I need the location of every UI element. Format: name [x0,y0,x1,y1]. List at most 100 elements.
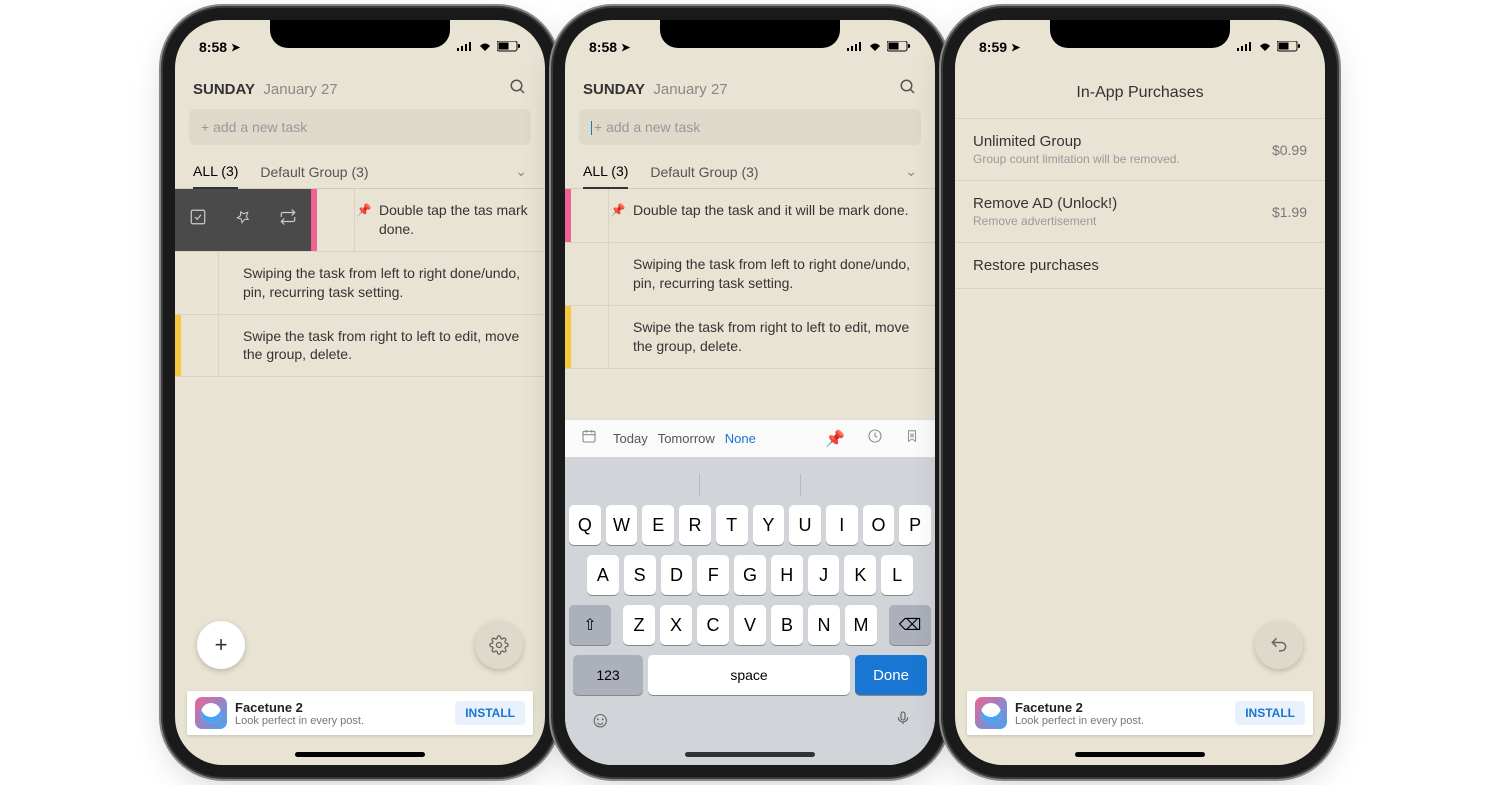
iap-item[interactable]: Unlimited Group Group count limitation w… [955,119,1325,181]
task-checkbox-col[interactable] [181,315,219,377]
key-s[interactable]: S [624,555,656,595]
tab-all[interactable]: ALL (3) [583,155,628,189]
ad-app-icon [195,697,227,729]
suggestion-bar [569,465,931,505]
key-b[interactable]: B [771,605,803,645]
day-label: SUNDAY [583,81,645,98]
settings-button[interactable] [475,621,523,669]
key-q[interactable]: Q [569,505,601,545]
task-text: Swipe the task from right to left to edi… [237,315,545,377]
key-e[interactable]: E [642,505,674,545]
iap-price: $1.99 [1272,204,1307,220]
task-checkbox-col[interactable] [181,252,219,314]
location-icon: ➤ [231,41,240,54]
shift-key[interactable]: ⇧ [569,605,611,645]
toolbar-today[interactable]: Today [613,431,648,446]
pin-icon[interactable]: 📌 [819,429,851,449]
repeat-icon[interactable] [273,202,303,237]
task-row[interactable]: 📌 Double tap the tas mark done. [175,189,545,252]
key-w[interactable]: W [606,505,638,545]
key-a[interactable]: A [587,555,619,595]
key-n[interactable]: N [808,605,840,645]
key-j[interactable]: J [808,555,840,595]
key-g[interactable]: G [734,555,766,595]
backspace-key[interactable]: ⌫ [889,605,931,645]
home-indicator[interactable] [685,752,815,757]
task-checkbox-col[interactable] [571,243,609,305]
search-icon[interactable] [509,78,527,101]
date-header: SUNDAY January 27 [565,64,935,109]
emoji-icon[interactable]: ☺ [589,707,611,735]
key-z[interactable]: Z [623,605,655,645]
task-row[interactable]: Swipe the task from right to left to edi… [175,315,545,378]
iap-item[interactable]: Remove AD (Unlock!) Remove advertisement… [955,181,1325,243]
keyboard-toolbar: Today Tomorrow None 📌 [565,419,935,457]
task-row[interactable]: Swiping the task from left to right done… [175,252,545,315]
key-u[interactable]: U [789,505,821,545]
ad-banner[interactable]: Facetune 2 Look perfect in every post. I… [187,691,533,735]
key-d[interactable]: D [661,555,693,595]
keyboard-footer: ☺ [569,703,931,759]
task-checkbox-col[interactable] [571,189,609,242]
battery-icon [887,39,911,55]
home-indicator[interactable] [1075,752,1205,757]
task-row[interactable]: Swipe the task from right to left to edi… [565,306,935,369]
search-icon[interactable] [899,78,917,101]
signal-icon [457,39,473,55]
add-button[interactable]: + [197,621,245,669]
ad-install-button[interactable]: INSTALL [455,701,525,725]
iap-price: $0.99 [1272,142,1307,158]
pinned-icon [219,252,237,314]
toolbar-tomorrow[interactable]: Tomorrow [658,431,715,446]
key-k[interactable]: K [844,555,876,595]
chevron-down-icon[interactable]: ⌄ [515,163,527,180]
key-h[interactable]: H [771,555,803,595]
tab-default-group[interactable]: Default Group (3) [260,156,368,188]
tab-all[interactable]: ALL (3) [193,155,238,189]
restore-label: Restore purchases [973,257,1099,274]
home-indicator[interactable] [295,752,425,757]
task-checkbox-col[interactable] [317,189,355,251]
key-f[interactable]: F [697,555,729,595]
chevron-down-icon[interactable]: ⌄ [905,163,917,180]
key-t[interactable]: T [716,505,748,545]
iap-description: Group count limitation will be removed. [973,152,1180,166]
add-task-input[interactable]: + add a new task [579,109,921,145]
space-key[interactable]: space [648,655,850,695]
calendar-icon[interactable] [575,428,603,449]
pin-icon[interactable] [229,203,257,236]
key-l[interactable]: L [881,555,913,595]
key-r[interactable]: R [679,505,711,545]
tab-default-group[interactable]: Default Group (3) [650,156,758,188]
mic-icon[interactable] [895,707,911,735]
add-task-input[interactable]: + add a new task [189,109,531,145]
task-checkbox-col[interactable] [571,306,609,368]
key-m[interactable]: M [845,605,877,645]
date-label: January 27 [653,81,727,98]
key-x[interactable]: X [660,605,692,645]
key-i[interactable]: I [826,505,858,545]
ad-app-icon [975,697,1007,729]
ad-install-button[interactable]: INSTALL [1235,701,1305,725]
key-v[interactable]: V [734,605,766,645]
keyboard-row-2: ASDFGHJKL [569,555,931,595]
task-row[interactable]: Swiping the task from left to right done… [565,243,935,306]
undo-button[interactable] [1255,621,1303,669]
key-y[interactable]: Y [753,505,785,545]
ad-banner[interactable]: Facetune 2 Look perfect in every post. I… [967,691,1313,735]
numbers-key[interactable]: 123 [573,655,643,695]
bookmark-x-icon[interactable] [899,428,925,449]
signal-icon [847,39,863,55]
restore-purchases[interactable]: Restore purchases [955,243,1325,289]
key-o[interactable]: O [863,505,895,545]
key-c[interactable]: C [697,605,729,645]
clock-icon[interactable] [861,428,889,449]
toolbar-none[interactable]: None [725,431,756,446]
keyboard-row-3: ⇧ ZXCVBNM ⌫ [569,605,931,645]
task-row[interactable]: 📌 Double tap the task and it will be mar… [565,189,935,243]
key-p[interactable]: P [899,505,931,545]
ad-subtitle: Look perfect in every post. [235,715,455,727]
done-icon[interactable] [183,202,213,237]
add-task-placeholder: + add a new task [201,119,307,135]
done-key[interactable]: Done [855,655,927,695]
